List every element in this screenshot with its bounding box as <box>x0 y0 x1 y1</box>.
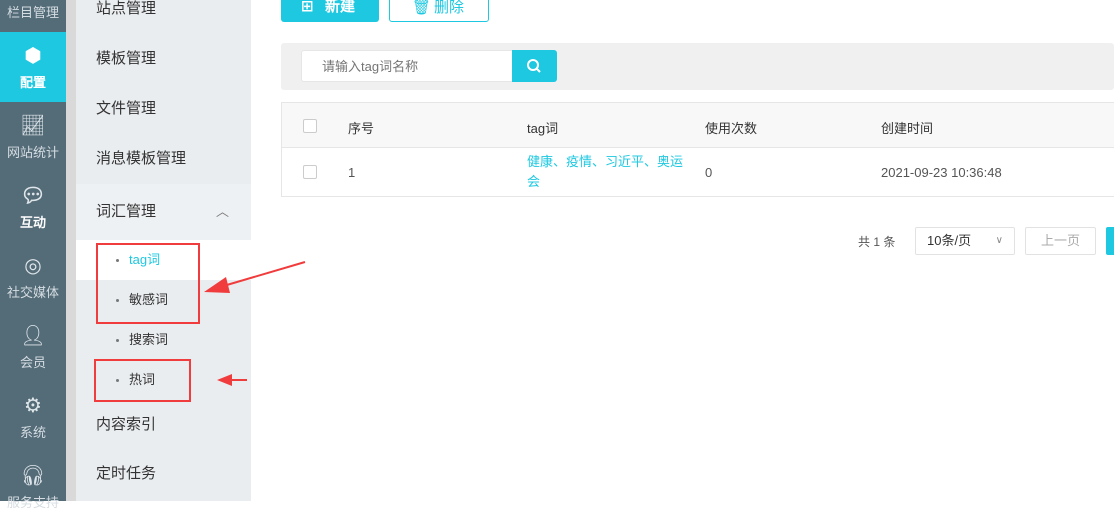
annotation-box <box>94 359 191 402</box>
select-all-checkbox[interactable] <box>303 119 317 133</box>
total-count: 共 1 条 <box>858 235 896 249</box>
sidebar-item-cron[interactable]: 定时任务 <box>76 449 251 499</box>
rail-item-interaction[interactable]: 💬︎ 互动 <box>0 172 66 242</box>
rail-item-config[interactable]: ⬢ 配置 <box>0 32 66 102</box>
rail-divider <box>66 0 76 501</box>
row-index: 1 <box>348 165 356 180</box>
page-size-select[interactable]: 10条/页 ∨ <box>915 227 1015 255</box>
search-icon <box>527 59 541 73</box>
headset-icon: 🎧︎ <box>20 465 46 487</box>
rail-item-support[interactable]: 🎧︎ 服务支持 <box>0 452 66 522</box>
sidebar-item-file[interactable]: 文件管理 <box>76 84 251 134</box>
chevron-down-icon: ∨ <box>995 235 1003 246</box>
user-icon: 👤︎ <box>20 325 46 347</box>
row-tags[interactable]: 健康、疫情、习近平、奥运会 <box>527 152 692 192</box>
sidebar-item-index[interactable]: 内容索引 <box>76 400 251 450</box>
current-page-button[interactable] <box>1106 227 1114 255</box>
chat-icon: 💬︎ <box>20 185 46 207</box>
gear-icon: ⚙ <box>24 395 42 417</box>
delete-button[interactable]: 🗑︎ 删除 <box>389 0 489 22</box>
tag-table: 序号 tag词 使用次数 创建时间 1 健康、疫情、习近平、奥运会 0 2021… <box>281 102 1114 197</box>
header-count: 使用次数 <box>705 121 758 136</box>
icon-rail: ▦栏目管理 ⬢配置 📈︎网站统计 💬︎互动 ◎社交媒体 👤︎会员 ⚙系统 🎧︎服… <box>0 0 66 510</box>
trash-icon: 🗑︎ <box>412 0 432 16</box>
add-icon: ⊞ <box>301 0 314 15</box>
page-size-value: 10条/页 <box>927 233 972 248</box>
row-count: 0 <box>705 165 713 180</box>
search-input[interactable] <box>301 50 513 82</box>
table-header: 序号 tag词 使用次数 创建时间 <box>282 103 1114 148</box>
annotation-box <box>96 243 200 324</box>
search-button[interactable] <box>512 50 557 82</box>
line-chart-icon: 📈︎ <box>20 115 46 137</box>
new-button[interactable]: ⊞ 新建 <box>281 0 379 22</box>
row-checkbox[interactable] <box>303 165 317 179</box>
sidebar-group-vocabulary[interactable]: 词汇管理 ︿ <box>76 184 251 240</box>
header-tag: tag词 <box>527 121 559 136</box>
search-bar <box>281 43 1114 90</box>
rail-item-social[interactable]: ◎ 社交媒体 <box>0 242 66 312</box>
cube-icon: ⬢ <box>24 45 42 67</box>
rail-item-stats[interactable]: 📈︎ 网站统计 <box>0 102 66 172</box>
chevron-up-icon: ︿ <box>215 204 229 219</box>
annotation-arrows <box>204 261 306 386</box>
rail-item-columns[interactable]: ▦栏目管理 <box>0 0 66 32</box>
rail-item-system[interactable]: ⚙ 系统 <box>0 382 66 452</box>
prev-page-button[interactable]: 上一页 <box>1025 227 1096 255</box>
group-label: 词汇管理 <box>96 203 157 220</box>
row-created: 2021-09-23 10:36:48 <box>881 165 1002 180</box>
header-index: 序号 <box>348 121 375 136</box>
sidebar-item-message-template[interactable]: 消息模板管理 <box>76 134 251 184</box>
header-created: 创建时间 <box>881 121 934 136</box>
sidebar-item-template[interactable]: 模板管理 <box>76 34 251 84</box>
rail-item-member[interactable]: 👤︎ 会员 <box>0 312 66 382</box>
sidebar-item-site[interactable]: 站点管理 <box>76 0 251 34</box>
table-row: 1 健康、疫情、习近平、奥运会 0 2021-09-23 10:36:48 <box>282 148 1114 197</box>
target-icon: ◎ <box>24 255 42 277</box>
